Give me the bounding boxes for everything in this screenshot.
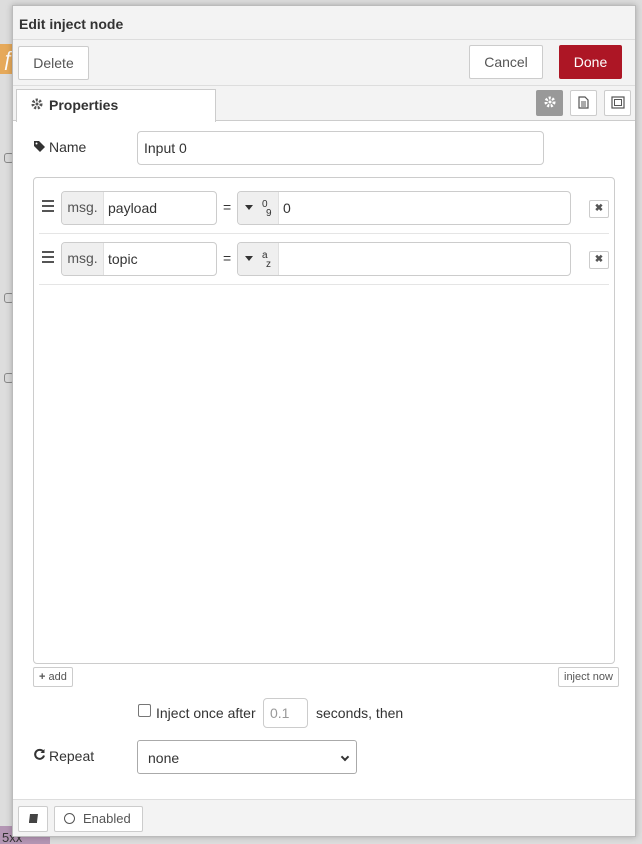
repeat-label: Repeat [49, 748, 95, 764]
inject-once-label: Inject once after [156, 705, 256, 721]
equals-sign: = [223, 250, 232, 266]
type-select-button[interactable]: a z [238, 243, 279, 275]
help-button[interactable] [18, 806, 48, 832]
gear-icon [544, 95, 556, 110]
tab-properties-label: Properties [49, 97, 119, 113]
dialog-footer: Enabled [13, 799, 635, 836]
done-button[interactable]: Done [559, 45, 622, 79]
repeat-icon [33, 748, 46, 764]
book-icon [28, 811, 39, 826]
property-field: topic [108, 251, 138, 267]
inject-once-checkbox[interactable] [138, 704, 151, 717]
document-icon [578, 95, 589, 110]
string-type-icon: a z [262, 251, 271, 270]
settings-tab-button[interactable] [536, 90, 563, 116]
property-value-input[interactable]: 0 9 0 [237, 191, 571, 225]
edit-dialog: Edit inject node Delete Cancel Done Prop… [12, 5, 636, 837]
tag-icon [33, 140, 46, 156]
repeat-select[interactable]: none [137, 740, 357, 774]
add-label: add [48, 671, 67, 683]
dialog-title: Edit inject node [13, 6, 635, 40]
enabled-toggle[interactable]: Enabled [54, 806, 143, 832]
remove-property-button[interactable]: ✖ [589, 251, 609, 269]
enabled-label: Enabled [83, 811, 131, 826]
property-row-topic: msg. topic = a z ✖ [39, 234, 609, 285]
name-input[interactable]: Input 0 [137, 131, 544, 165]
msg-prefix: msg. [62, 192, 104, 224]
add-property-button[interactable]: + add [33, 667, 73, 687]
delete-button[interactable]: Delete [18, 46, 89, 80]
type-glyph-bottom: z [266, 259, 271, 270]
property-row-payload: msg. payload = 0 9 0 ✖ [39, 183, 609, 234]
dialog-toolbar: Delete Cancel Done [13, 40, 635, 86]
chevron-down-icon [340, 752, 350, 762]
appearance-tab-button[interactable] [604, 90, 631, 116]
property-name-input[interactable]: msg. payload [61, 191, 217, 225]
msg-prefix: msg. [62, 243, 104, 275]
repeat-value: none [148, 750, 180, 766]
seconds-then-label: seconds, then [316, 705, 404, 721]
property-value: 0 [283, 200, 291, 216]
inject-now-button[interactable]: inject now [558, 667, 619, 687]
cancel-button[interactable]: Cancel [469, 45, 543, 79]
equals-sign: = [223, 199, 232, 215]
drag-handle-icon[interactable] [42, 251, 54, 266]
tab-properties[interactable]: Properties [16, 89, 216, 122]
description-tab-button[interactable] [570, 90, 597, 116]
name-label: Name [49, 139, 87, 155]
property-list: msg. payload = 0 9 0 ✖ msg. topic = a z … [33, 177, 615, 664]
number-type-icon: 0 9 [262, 200, 272, 219]
caret-down-icon [245, 205, 253, 210]
remove-property-button[interactable]: ✖ [589, 200, 609, 218]
type-select-button[interactable]: 0 9 [238, 192, 279, 224]
frame-icon [610, 95, 625, 110]
inject-delay-input[interactable]: 0.1 [263, 698, 308, 728]
circle-icon [64, 813, 75, 824]
plus-icon: + [39, 671, 46, 683]
drag-handle-icon[interactable] [42, 200, 54, 215]
property-field: payload [108, 200, 158, 216]
caret-down-icon [245, 256, 253, 261]
type-glyph-bottom: 9 [266, 208, 272, 219]
gear-icon [31, 98, 43, 113]
property-value-input[interactable]: a z [237, 242, 571, 276]
property-name-input[interactable]: msg. topic [61, 242, 217, 276]
